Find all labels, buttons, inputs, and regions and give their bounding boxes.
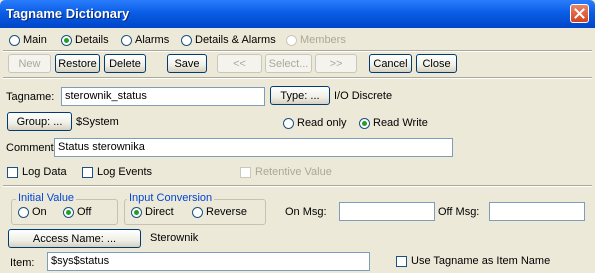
view-alarms-label: Alarms (135, 34, 170, 46)
radio-indicator (61, 34, 72, 46)
radio-indicator (286, 34, 297, 46)
radio-indicator (359, 117, 370, 129)
on-msg-input[interactable] (339, 202, 435, 221)
checkbox-box (396, 255, 407, 267)
comment-input[interactable]: Status sterownika (54, 138, 453, 157)
view-members-label: Members (300, 34, 346, 46)
group-value: $System (76, 116, 119, 128)
close-window-button[interactable] (570, 4, 589, 23)
view-alarms-radio[interactable]: Alarms (121, 33, 169, 47)
window-title: Tagname Dictionary (6, 6, 130, 21)
radio-indicator (192, 206, 203, 218)
read-write-radio[interactable]: Read Write (359, 116, 428, 130)
type-value: I/O Discrete (334, 90, 393, 102)
initial-off-label: Off (77, 206, 92, 218)
initial-on-radio[interactable]: On (18, 205, 47, 219)
view-details-label: Details (75, 34, 109, 46)
checkbox-box (82, 166, 93, 178)
item-label: Item: (10, 257, 35, 269)
group-button[interactable]: Group: ... (7, 112, 72, 131)
access-name-value: Sterownik (150, 232, 199, 244)
use-tagname-checkbox[interactable]: Use Tagname as Item Name (396, 254, 550, 268)
title-bar[interactable]: Tagname Dictionary (0, 0, 595, 28)
direct-radio[interactable]: Direct (131, 205, 174, 219)
divider (3, 50, 592, 52)
select-button: Select... (265, 54, 312, 73)
input-conversion-title: Input Conversion (127, 192, 215, 204)
log-events-label: Log Events (97, 166, 153, 178)
save-button[interactable]: Save (167, 54, 207, 73)
item-input[interactable]: $sys$status (47, 252, 370, 271)
radio-indicator (131, 206, 142, 218)
read-only-label: Read only (297, 117, 347, 129)
read-only-radio[interactable]: Read only (283, 116, 347, 130)
tagname-input[interactable]: sterownik_status (61, 87, 265, 106)
retentive-value-checkbox: Retentive Value (240, 165, 332, 179)
view-details-alarms-label: Details & Alarms (195, 34, 276, 46)
off-msg-input[interactable] (489, 202, 585, 221)
close-icon (574, 8, 585, 19)
radio-indicator (63, 206, 74, 218)
comment-label: Comment: (6, 142, 57, 154)
divider (3, 185, 592, 187)
delete-button[interactable]: Delete (104, 54, 146, 73)
read-write-label: Read Write (373, 117, 428, 129)
reverse-label: Reverse (206, 206, 247, 218)
reverse-radio[interactable]: Reverse (192, 205, 247, 219)
log-data-checkbox[interactable]: Log Data (7, 165, 67, 179)
access-name-button[interactable]: Access Name: ... (8, 229, 141, 248)
view-members-radio: Members (286, 33, 346, 47)
tagname-dictionary-window: Tagname Dictionary Main Details Alarms D… (0, 0, 595, 273)
off-msg-label: Off Msg: (438, 206, 480, 218)
initial-off-radio[interactable]: Off (63, 205, 91, 219)
close-button[interactable]: Close (416, 54, 457, 73)
view-main-radio[interactable]: Main (9, 33, 47, 47)
view-main-label: Main (23, 34, 47, 46)
checkbox-box (240, 166, 251, 178)
on-msg-label: On Msg: (285, 206, 327, 218)
dialog-body: Main Details Alarms Details & Alarms Mem… (3, 28, 592, 273)
retentive-value-label: Retentive Value (255, 166, 332, 178)
new-button: New (8, 54, 51, 73)
restore-button[interactable]: Restore (55, 54, 100, 73)
tagname-label: Tagname: (6, 91, 55, 103)
radio-indicator (121, 34, 132, 46)
view-details-alarms-radio[interactable]: Details & Alarms (181, 33, 276, 47)
radio-indicator (283, 117, 294, 129)
type-button[interactable]: Type: ... (270, 86, 330, 105)
checkbox-box (7, 166, 18, 178)
initial-value-title: Initial Value (16, 192, 77, 204)
radio-indicator (18, 206, 29, 218)
radio-indicator (9, 34, 20, 46)
divider (3, 77, 592, 79)
radio-indicator (181, 34, 192, 46)
last-record-button: >> (315, 54, 357, 73)
cancel-button[interactable]: Cancel (369, 54, 412, 73)
direct-label: Direct (145, 206, 174, 218)
view-details-radio[interactable]: Details (61, 33, 109, 47)
first-record-button: << (217, 54, 262, 73)
use-tagname-label: Use Tagname as Item Name (411, 255, 551, 267)
log-events-checkbox[interactable]: Log Events (82, 165, 152, 179)
log-data-label: Log Data (22, 166, 67, 178)
initial-on-label: On (32, 206, 47, 218)
